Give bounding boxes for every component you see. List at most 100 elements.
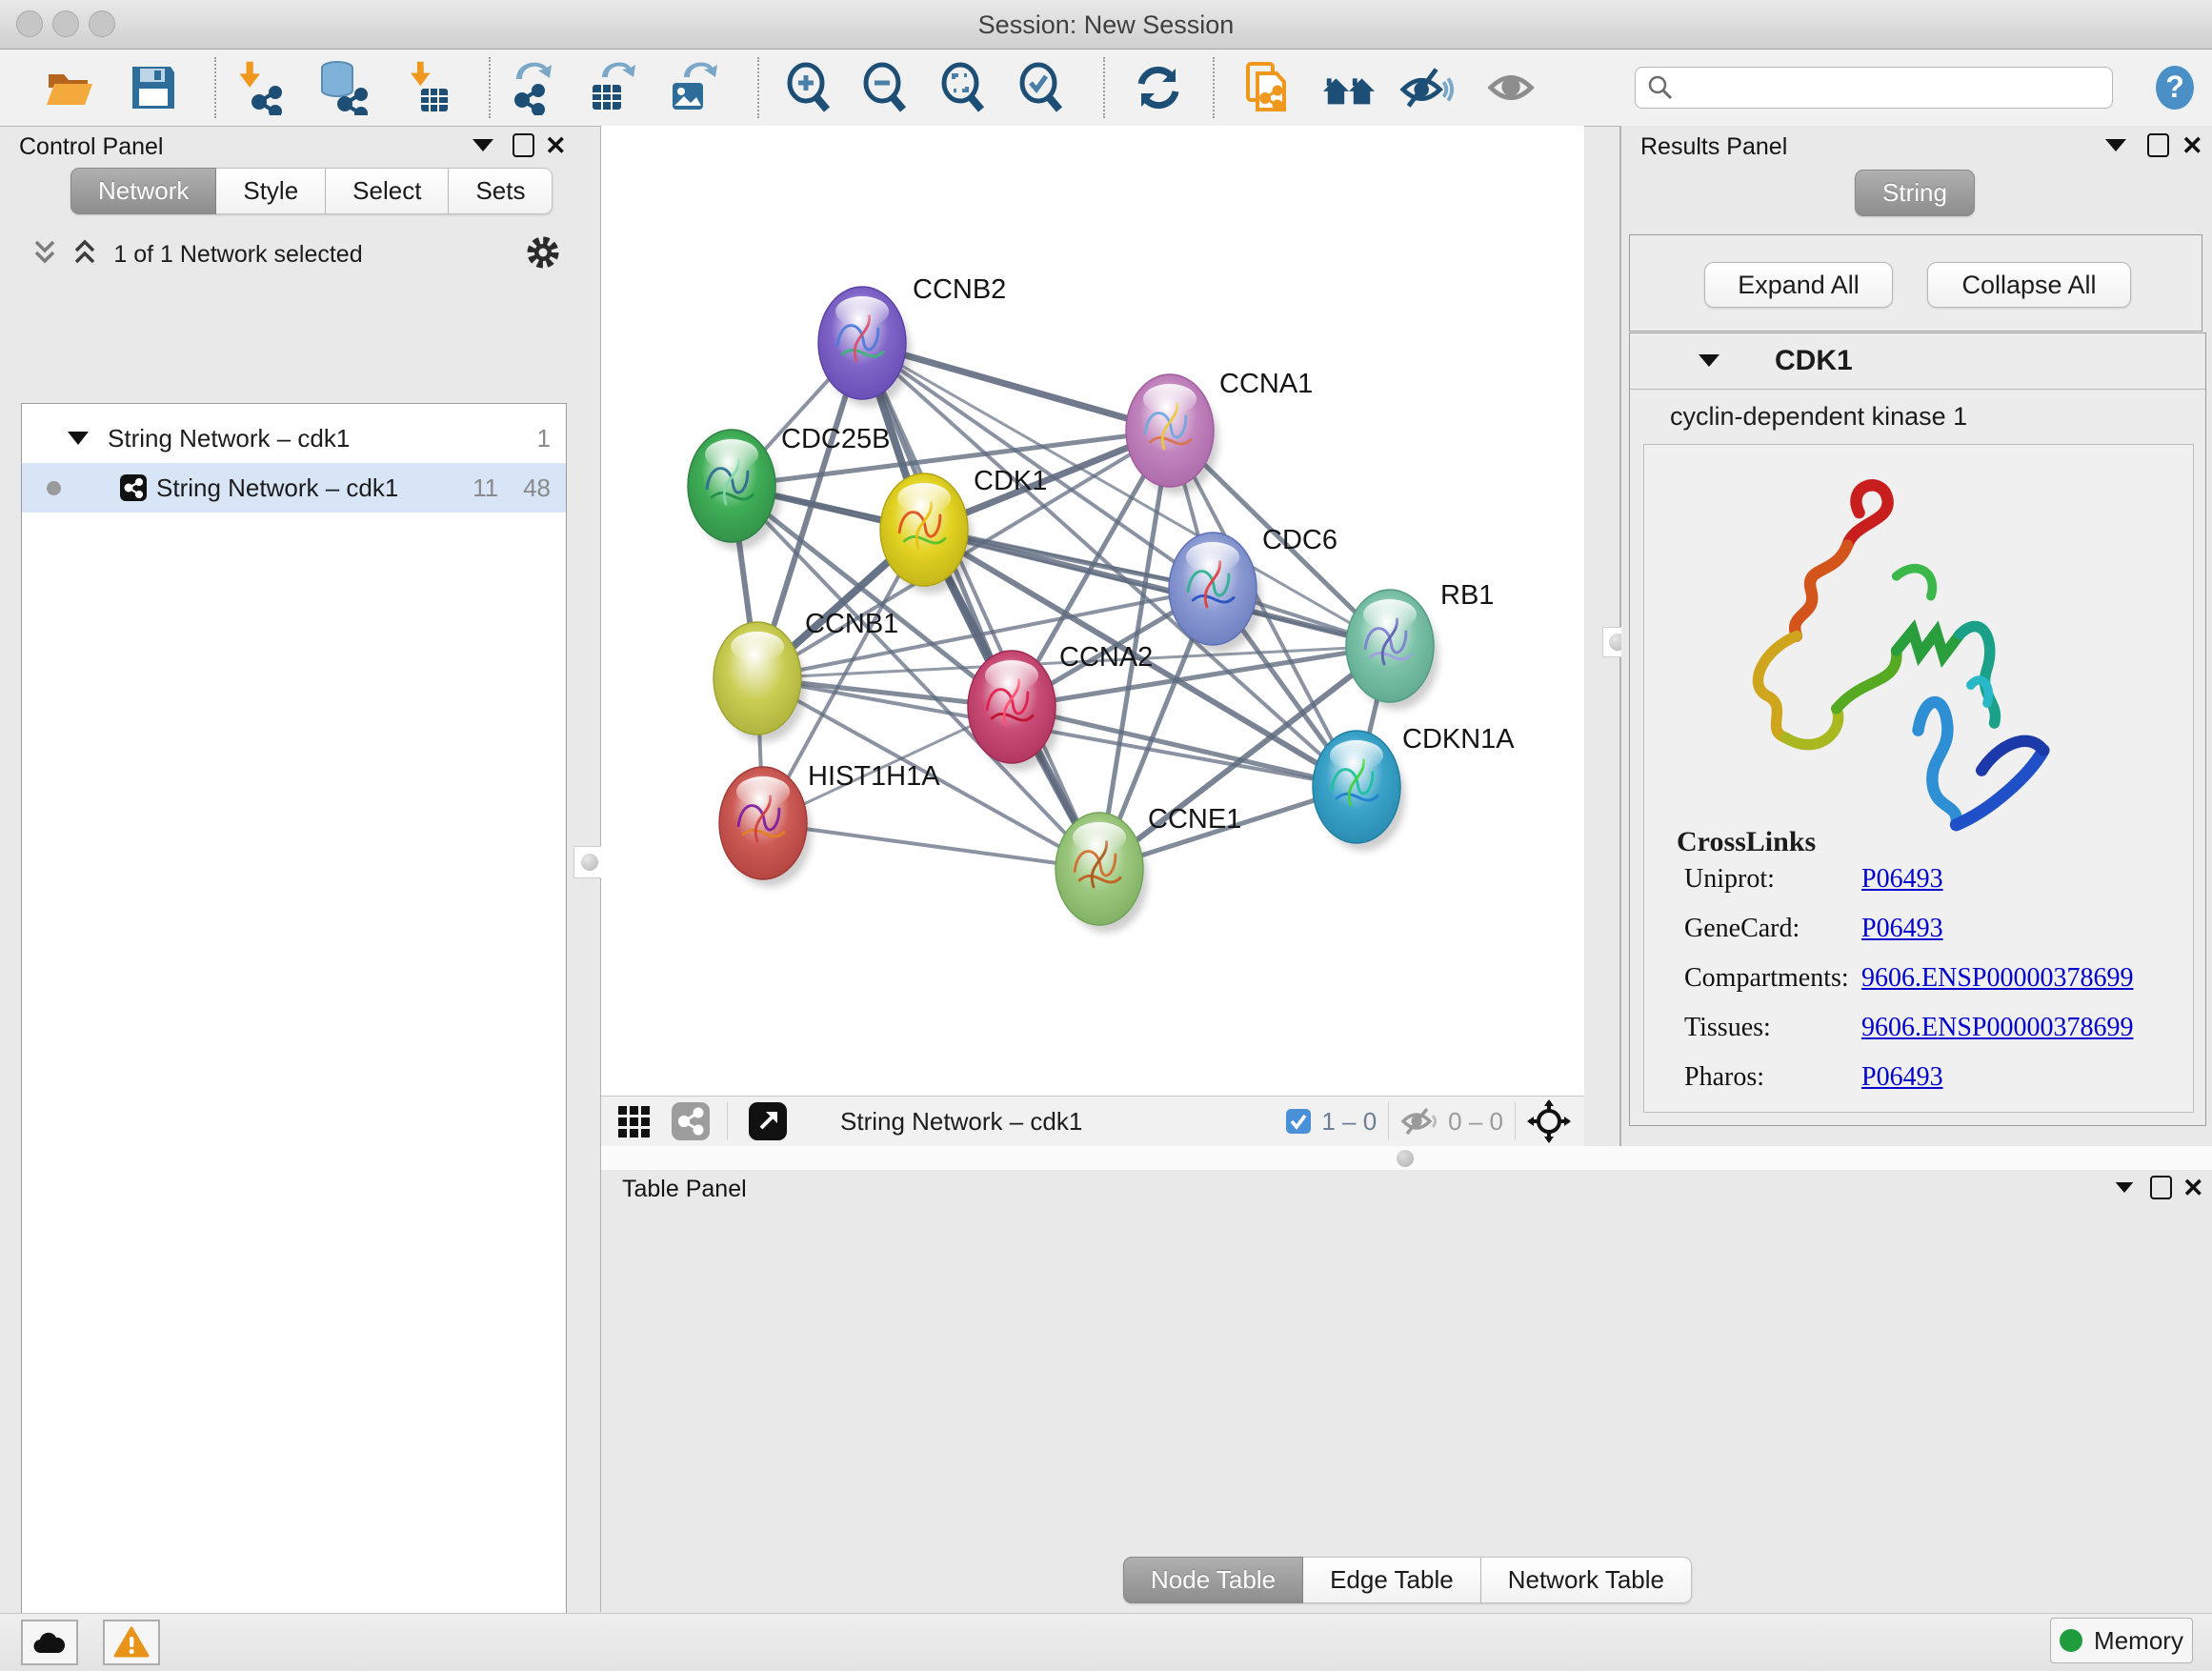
tab-style[interactable]: Style: [216, 168, 326, 214]
hidden-count: 0 – 0: [1448, 1107, 1503, 1137]
crosslink-link[interactable]: 9606.ENSP00000378699: [1861, 1013, 2133, 1042]
network-edge-count: 48: [523, 473, 551, 503]
birds-eye-grid-icon[interactable]: [616, 1102, 658, 1140]
node-hist1h1a[interactable]: [719, 767, 812, 887]
panel-menu-icon[interactable]: [2116, 1182, 2134, 1193]
node-cdk1[interactable]: [880, 473, 973, 594]
node-ccnb2[interactable]: [818, 287, 911, 407]
tab-edge-table[interactable]: Edge Table: [1303, 1557, 1481, 1603]
window-title: Session: New Session: [0, 10, 2212, 40]
collapse-gene-icon[interactable]: [1699, 354, 1719, 367]
export-network-button[interactable]: [505, 59, 560, 116]
cloud-status-button[interactable]: [21, 1620, 78, 1665]
status-bar: Memory: [0, 1613, 2212, 1671]
zoom-in-button[interactable]: [781, 59, 836, 116]
detach-view-icon[interactable]: [749, 1102, 787, 1140]
export-image-icon: [665, 60, 720, 115]
node-ccne1[interactable]: [1056, 813, 1148, 933]
tab-select[interactable]: Select: [326, 168, 449, 214]
network-view-toolbar: String Network – cdk1 1 – 0 0 – 0: [601, 1096, 1584, 1146]
fit-selected-crosshair-icon[interactable]: [1527, 1099, 1571, 1143]
node-rb1[interactable]: [1346, 590, 1438, 710]
protein-structure-image: [1699, 458, 2119, 839]
export-table-button[interactable]: [585, 59, 640, 116]
zoom-selected-button[interactable]: [1014, 59, 1069, 116]
import-table-button[interactable]: [398, 59, 453, 116]
save-session-button[interactable]: [126, 59, 181, 116]
import-network-from-database-button[interactable]: [314, 59, 370, 116]
crosslink-row: Compartments:9606.ENSP00000378699: [1684, 963, 2180, 994]
tab-node-table[interactable]: Node Table: [1123, 1557, 1303, 1603]
crosslink-link[interactable]: P06493: [1861, 864, 1943, 894]
zoom-fit-icon: [935, 60, 991, 115]
show-all-button[interactable]: [1485, 59, 1540, 116]
expand-all-button[interactable]: Expand All: [1704, 262, 1893, 308]
network-view-title: String Network – cdk1: [840, 1107, 1082, 1137]
open-session-button[interactable]: [42, 59, 97, 116]
zoom-out-button[interactable]: [857, 59, 913, 116]
refresh-button[interactable]: [1131, 59, 1186, 116]
search-field[interactable]: [1635, 67, 2113, 109]
node-label: CCNB2: [913, 274, 1006, 305]
results-panel-tabs: String: [1855, 170, 1975, 216]
panel-float-icon[interactable]: [2147, 133, 2169, 157]
node-cdc6[interactable]: [1169, 533, 1261, 653]
network-type-icon: [120, 474, 147, 501]
gene-header[interactable]: CDK1: [1630, 333, 2205, 390]
panel-close-icon[interactable]: ✕: [2182, 133, 2203, 159]
panel-close-icon[interactable]: ✕: [545, 133, 567, 159]
network-canvas[interactable]: CCNB2CCNA1CDC25BCDK1CDC6RB1CCNB1CCNA2CDK…: [601, 126, 1584, 1096]
crosslink-row: Pharos:P06493: [1684, 1062, 2180, 1093]
crosslink-link[interactable]: P06493: [1861, 1062, 1943, 1092]
results-actions-box: Expand All Collapse All: [1629, 234, 2202, 332]
copy-documents-icon: [1240, 60, 1296, 115]
node-ccna1[interactable]: [1126, 374, 1218, 494]
collapse-all-button[interactable]: Collapse All: [1927, 262, 2131, 308]
node-cdkn1a[interactable]: [1313, 731, 1405, 851]
network-options-button[interactable]: [524, 233, 562, 272]
panel-float-icon[interactable]: [2150, 1176, 2172, 1199]
panel-float-icon[interactable]: [513, 133, 534, 157]
panel-menu-icon[interactable]: [473, 139, 493, 151]
warning-triangle-icon: [113, 1626, 150, 1659]
help-button[interactable]: ?: [2152, 65, 2198, 111]
tab-sets[interactable]: Sets: [449, 168, 553, 214]
node-ccna2[interactable]: [968, 651, 1060, 771]
network-collection-row[interactable]: String Network – cdk1 1: [22, 413, 566, 463]
string-home-button[interactable]: [1321, 59, 1377, 116]
crosslink-row: Tissues:9606.ENSP00000378699: [1684, 1013, 2180, 1043]
refresh-icon: [1132, 61, 1185, 114]
hide-unselected-button[interactable]: [1399, 59, 1455, 116]
node-ccnb1[interactable]: [714, 622, 806, 742]
crosslink-link[interactable]: P06493: [1861, 914, 1943, 943]
horizontal-splitter-handle[interactable]: [1397, 1150, 1414, 1167]
search-input[interactable]: [1674, 73, 2087, 102]
tab-network-table[interactable]: Network Table: [1481, 1557, 1692, 1603]
panel-menu-icon[interactable]: [2105, 139, 2126, 151]
memory-button[interactable]: Memory: [2050, 1618, 2193, 1663]
crosslink-label: Uniprot:: [1684, 864, 1861, 895]
crosslink-label: GeneCard:: [1684, 914, 1861, 944]
tree-expander-icon[interactable]: [68, 432, 89, 445]
warnings-button[interactable]: [103, 1620, 160, 1665]
control-panel-tabs: NetworkStyleSelectSets: [70, 168, 553, 214]
title-bar: Session: New Session: [0, 0, 2212, 50]
network-row-selected[interactable]: String Network – cdk1 11 48: [22, 463, 566, 513]
zoom-fit-button[interactable]: [935, 59, 991, 116]
tab-string[interactable]: String: [1855, 170, 1975, 216]
panel-close-icon[interactable]: ✕: [2182, 1176, 2204, 1201]
crosslink-link[interactable]: 9606.ENSP00000378699: [1861, 963, 2133, 993]
open-folder-icon: [43, 61, 96, 114]
export-image-button[interactable]: [665, 59, 720, 116]
network-selection-status: 1 of 1 Network selected: [0, 241, 476, 269]
selected-checkbox-icon[interactable]: [1285, 1108, 1312, 1135]
gene-description: cyclin-dependent kinase 1: [1670, 402, 1967, 432]
duplicate-network-button[interactable]: [1240, 59, 1296, 116]
gene-panel: CDK1 cyclin-dependent kinase 1: [1629, 332, 2206, 1126]
memory-label: Memory: [2094, 1626, 2183, 1656]
tab-network[interactable]: Network: [70, 168, 216, 214]
import-network-button[interactable]: [231, 59, 286, 116]
results-panel-title: Results Panel: [1640, 133, 1787, 161]
network-share-icon[interactable]: [672, 1102, 710, 1140]
edge[interactable]: [763, 823, 1099, 869]
